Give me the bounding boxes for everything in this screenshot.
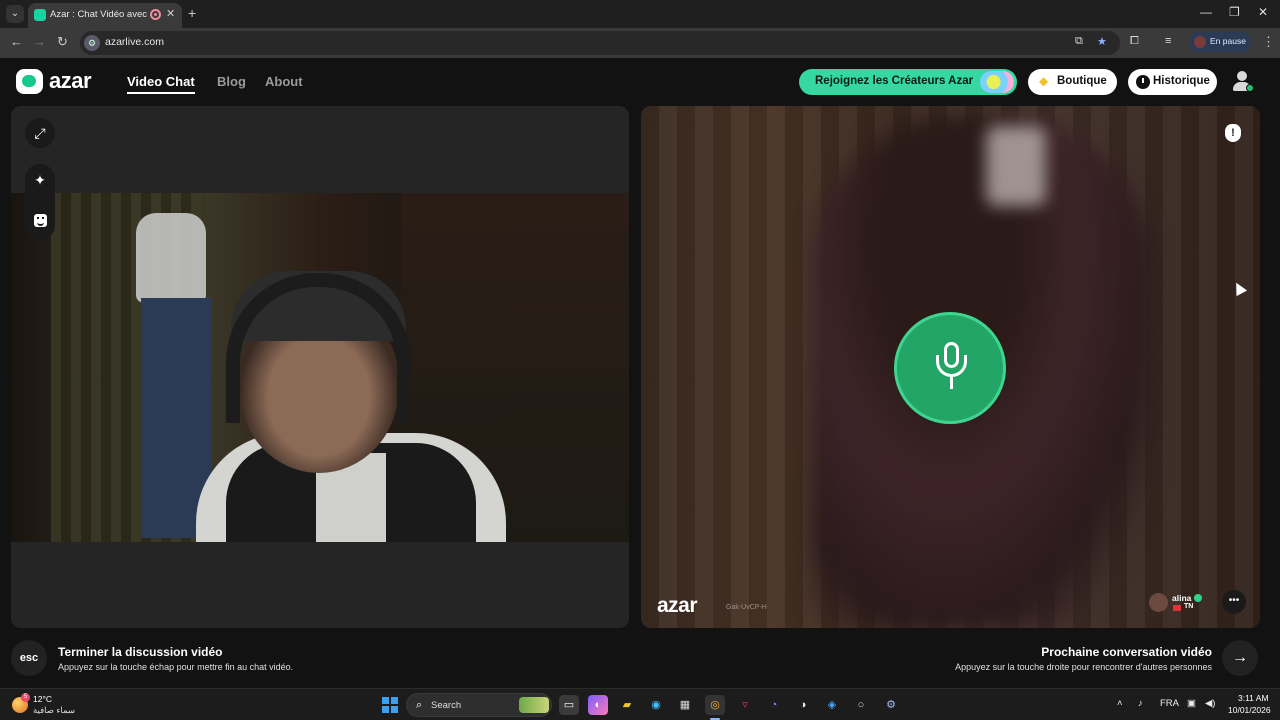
copilot-icon[interactable]: ◐: [588, 695, 608, 715]
peer-avatar: [1149, 593, 1168, 612]
chrome-icon[interactable]: ◎: [705, 695, 725, 720]
close-window-button[interactable]: ✕: [1258, 5, 1268, 19]
search-highlight-icon: [519, 697, 549, 713]
shop-button[interactable]: ◆ Boutique: [1028, 69, 1117, 95]
new-tab-button[interactable]: +: [188, 5, 196, 21]
nav-video-chat[interactable]: Video Chat: [127, 74, 195, 94]
chat-bubble-icon[interactable]: •••: [1222, 590, 1246, 614]
azar-watermark-logo: azar: [657, 594, 698, 617]
search-icon: ⌕: [416, 699, 423, 711]
tray-chevron-icon[interactable]: ˄: [1117, 698, 1123, 709]
weather-alert-badge: 5: [21, 693, 30, 702]
diamond-icon: ◆: [1039, 74, 1049, 88]
history-button[interactable]: Historique: [1128, 69, 1217, 95]
minimize-button[interactable]: —: [1200, 5, 1212, 19]
recording-indicator-icon: [150, 9, 161, 20]
clock-time[interactable]: 3:11 AM: [1238, 693, 1269, 703]
tunisia-flag-icon: [1173, 605, 1181, 611]
tab-title: Azar : Chat Vidéo avec des inconnus: [50, 9, 148, 20]
next-chat-title: Prochaine conversation vidéo: [1041, 645, 1212, 659]
app-circle-icon[interactable]: ◑: [793, 695, 813, 715]
mic-tray-icon[interactable]: ♪: [1138, 698, 1143, 709]
self-camera-feed: [11, 193, 629, 542]
site-info-icon[interactable]: ⚙: [84, 35, 100, 51]
azar-favicon-icon: [34, 9, 46, 21]
discord-icon[interactable]: ◔: [764, 695, 784, 715]
session-id: Gak-UvCP-H: [726, 604, 767, 611]
effects-toolbar: ✦: [25, 164, 55, 240]
verified-badge-icon: [1194, 594, 1202, 602]
microphone-button[interactable]: [894, 312, 1006, 424]
self-video-pane: ⤢ ✦: [11, 106, 629, 628]
profile-avatar: [1194, 36, 1206, 48]
end-chat-button[interactable]: esc: [11, 640, 47, 676]
forward-arrow-icon[interactable]: →: [33, 34, 46, 49]
online-status-dot: [1246, 84, 1254, 92]
back-arrow-icon[interactable]: ←: [10, 34, 23, 49]
creators-illustration-icon: [980, 71, 1014, 93]
profile-status: En pause: [1210, 36, 1246, 46]
azar-logo-icon[interactable]: [16, 69, 43, 94]
next-chat-hint: Appuyez sur la touche droite pour rencon…: [955, 662, 1212, 672]
nav-blog[interactable]: Blog: [217, 74, 246, 89]
windows-taskbar: 5 12°C سماء صافية ⌕ Search ▭ ◐ ▰ ◉ ▦ ◎ ▿…: [0, 688, 1280, 720]
tab-close-button[interactable]: ✕: [166, 7, 175, 20]
profile-paused-button[interactable]: En pause: [1189, 32, 1251, 52]
settings-gear-icon[interactable]: ⚙: [881, 695, 901, 715]
peer-info[interactable]: alina TN: [1149, 592, 1219, 614]
browser-tab[interactable]: Azar : Chat Vidéo avec des inconnus ✕: [28, 3, 182, 28]
app-blue-icon[interactable]: ◈: [822, 695, 842, 715]
browser-tab-strip: ⌄ Azar : Chat Vidéo avec des inconnus ✕ …: [0, 0, 1280, 28]
face-filter-icon[interactable]: [34, 214, 47, 227]
join-creators-label: Rejoignez les Créateurs Azar: [815, 75, 974, 87]
clock-icon: [1136, 75, 1150, 89]
weather-condition: سماء صافية: [33, 705, 75, 715]
end-chat-title: Terminer la discussion vidéo: [58, 645, 223, 659]
file-explorer-icon[interactable]: ▰: [617, 695, 637, 715]
bookmark-star-icon[interactable]: ★: [1097, 35, 1107, 48]
app-ring-icon[interactable]: ○: [851, 695, 871, 715]
browser-toolbar: ← → ↻ ⚙ azarlive.com ⧉ ★ ⧠ ≡ En pause ⋮: [0, 28, 1280, 58]
reload-icon[interactable]: ↻: [57, 34, 68, 50]
join-creators-button[interactable]: Rejoignez les Créateurs Azar: [799, 69, 1017, 95]
clock-date[interactable]: 10/01/2026: [1228, 705, 1271, 715]
end-chat-hint: Appuyez sur la touche échap pour mettre …: [58, 662, 294, 672]
address-bar[interactable]: ⚙ azarlive.com ⧉ ★: [80, 31, 1120, 55]
peer-name: alina: [1172, 593, 1192, 603]
tab-search-icon[interactable]: ⌄: [6, 5, 24, 23]
edge-icon[interactable]: ◉: [646, 695, 666, 715]
install-app-icon[interactable]: ⧉: [1075, 35, 1083, 48]
nav-about[interactable]: About: [265, 74, 303, 89]
app-v-icon[interactable]: ▿: [735, 695, 755, 715]
user-profile-icon[interactable]: [1231, 70, 1254, 92]
temperature: 12°C: [33, 694, 52, 704]
sparkle-effects-icon[interactable]: ✦: [25, 172, 55, 189]
extensions-icon[interactable]: ⧠: [1130, 35, 1139, 48]
peer-country: TN: [1184, 603, 1194, 610]
azar-logo-text[interactable]: azar: [49, 68, 92, 94]
report-shield-icon[interactable]: !: [1225, 124, 1241, 142]
partner-video-pane: ! azar Gak-UvCP-H alina TN •••: [641, 106, 1260, 628]
task-view-icon[interactable]: ▭: [559, 695, 579, 715]
history-label: Historique: [1153, 75, 1210, 87]
restore-button[interactable]: ❐: [1229, 5, 1240, 19]
url-text: azarlive.com: [105, 36, 164, 48]
media-control-icon[interactable]: ≡: [1165, 35, 1171, 47]
expand-view-icon[interactable]: ⤢: [25, 118, 55, 148]
network-icon[interactable]: ▣: [1187, 698, 1196, 709]
volume-icon[interactable]: ◀): [1205, 698, 1215, 709]
windows-start-icon[interactable]: [382, 697, 398, 713]
search-label: Search: [431, 700, 462, 711]
taskbar-search[interactable]: ⌕ Search: [406, 693, 552, 717]
next-chat-arrow-button[interactable]: →: [1222, 640, 1258, 676]
azar-page: azar Video Chat Blog About Rejoignez les…: [0, 58, 1280, 688]
language-indicator[interactable]: FRA: [1160, 698, 1179, 709]
store-icon[interactable]: ▦: [675, 695, 695, 715]
shop-label: Boutique: [1057, 75, 1107, 87]
browser-menu-icon[interactable]: ⋮: [1262, 34, 1275, 50]
